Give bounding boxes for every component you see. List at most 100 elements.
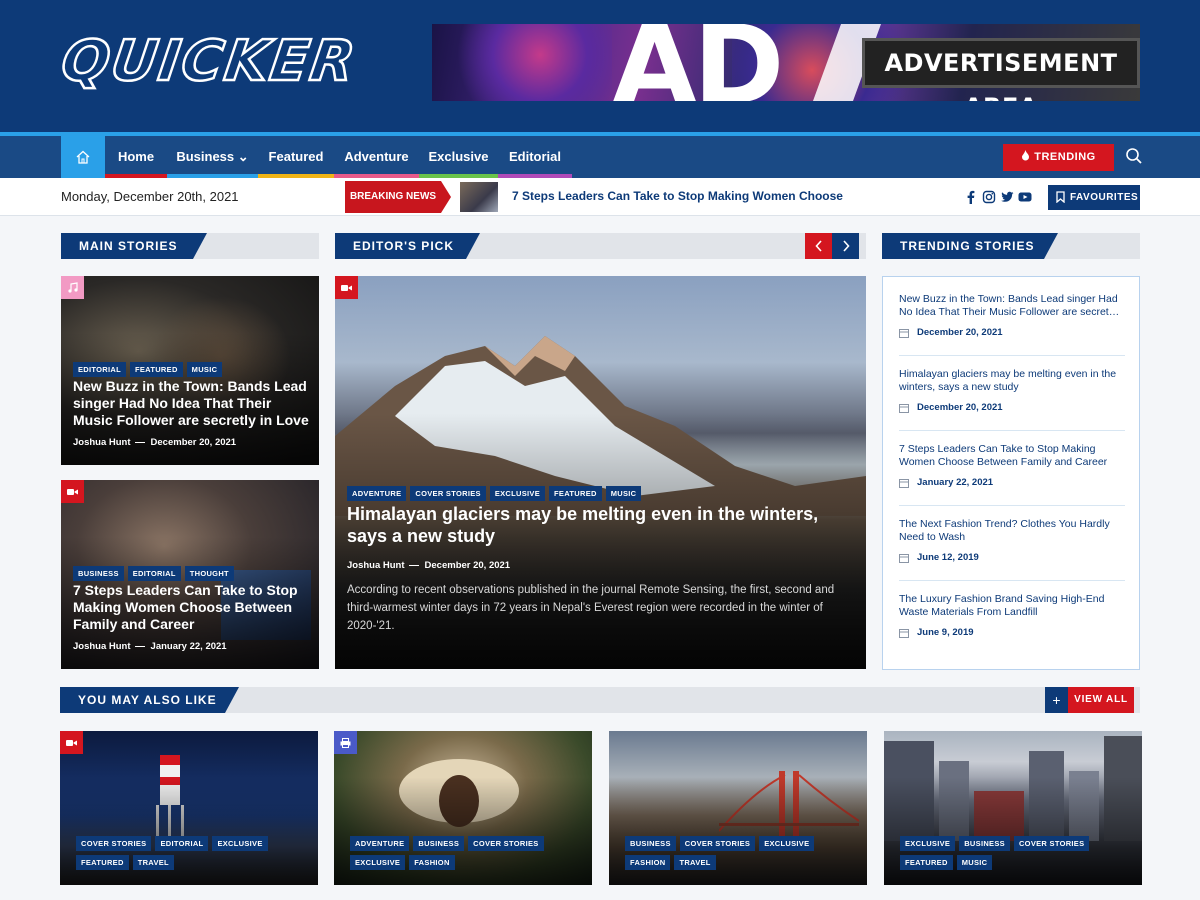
tag-list: EDITORIAL FEATURED MUSIC <box>73 362 223 377</box>
story-title[interactable]: 7 Steps Leaders Can Take to Stop Making … <box>73 582 311 633</box>
twitter-icon[interactable] <box>1000 190 1014 204</box>
favourites-label: FAVOURITES <box>1070 192 1139 203</box>
editors-pick-header: EDITOR'S PICK <box>335 233 866 259</box>
bookmark-icon <box>1056 191 1065 203</box>
trending-title[interactable]: 7 Steps Leaders Can Take to Stop Making … <box>899 443 1125 469</box>
category-tag[interactable]: FEATURED <box>129 362 183 377</box>
category-tag[interactable]: BUSINESS <box>959 836 1010 851</box>
category-tag[interactable]: EXCLUSIVE <box>350 855 406 870</box>
nav-item-label: Editorial <box>508 149 561 164</box>
category-tag[interactable]: MUSIC <box>956 855 993 870</box>
category-tag[interactable]: COVER STORIES <box>468 836 544 851</box>
chevron-right-icon <box>842 240 850 252</box>
category-tag[interactable]: EDITORIAL <box>73 362 126 377</box>
category-tag[interactable]: FEATURED <box>76 855 129 870</box>
trending-title[interactable]: The Next Fashion Trend? Clothes You Hard… <box>899 518 1125 544</box>
main-story-card[interactable]: BUSINESS EDITORIAL THOUGHT 7 Steps Leade… <box>61 480 319 669</box>
tag-list: ADVENTURE BUSINESS COVER STORIES EXCLUSI… <box>350 836 570 870</box>
trending-item[interactable]: Himalayan glaciers may be melting even i… <box>899 368 1125 413</box>
story-title[interactable]: New Buzz in the Town: Bands Lead singer … <box>73 378 311 429</box>
category-tag[interactable]: TRAVEL <box>132 855 174 870</box>
tag-list: ADVENTURE COVER STORIES EXCLUSIVE FEATUR… <box>347 486 642 501</box>
video-camera-icon <box>66 739 77 746</box>
trending-news-button[interactable]: TRENDING NEWS <box>1003 144 1114 190</box>
related-story-card[interactable]: COVER STORIES EDITORIAL EXCLUSIVE FEATUR… <box>60 731 318 885</box>
nav-home-button[interactable] <box>61 136 105 178</box>
category-tag[interactable]: COVER STORIES <box>76 836 152 851</box>
main-story-card[interactable]: EDITORIAL FEATURED MUSIC New Buzz in the… <box>61 276 319 465</box>
category-tag[interactable]: ADVENTURE <box>347 486 407 501</box>
author-name[interactable]: Joshua Hunt <box>347 560 405 571</box>
publish-date: January 22, 2021 <box>145 641 227 652</box>
ad-letters: AD <box>612 24 784 101</box>
ticker-headline[interactable]: 7 Steps Leaders Can Take to Stop Making … <box>512 189 847 203</box>
instagram-icon[interactable] <box>982 190 996 204</box>
category-tag[interactable]: EDITORIAL <box>155 836 209 851</box>
chevron-left-icon <box>814 240 822 252</box>
trending-item[interactable]: 7 Steps Leaders Can Take to Stop Making … <box>899 443 1125 488</box>
category-tag[interactable]: BUSINESS <box>413 836 465 851</box>
trending-title[interactable]: The Luxury Fashion Brand Saving High-End… <box>899 593 1125 619</box>
category-tag[interactable]: BUSINESS <box>625 836 676 851</box>
search-icon[interactable] <box>1125 147 1143 165</box>
facebook-icon[interactable] <box>964 190 978 204</box>
related-story-card[interactable]: EXCLUSIVE BUSINESS COVER STORIES FEATURE… <box>884 731 1142 885</box>
category-tag[interactable]: FASHION <box>625 855 671 870</box>
category-tag[interactable]: EXCLUSIVE <box>489 486 546 501</box>
trending-item[interactable]: The Next Fashion Trend? Clothes You Hard… <box>899 518 1125 563</box>
category-tag[interactable]: FEATURED <box>900 855 953 870</box>
author-name[interactable]: Joshua Hunt <box>73 437 131 448</box>
category-tag[interactable]: MUSIC <box>605 486 642 501</box>
category-tag[interactable]: MUSIC <box>186 362 223 377</box>
category-tag[interactable]: BUSINESS <box>73 566 124 581</box>
nav-item-featured[interactable]: Featured <box>258 136 334 178</box>
category-tag[interactable]: COVER STORIES <box>410 486 486 501</box>
category-tag[interactable]: EXCLUSIVE <box>759 836 815 851</box>
publish-date: December 20, 2021 <box>145 437 237 448</box>
category-tag[interactable]: TRAVEL <box>674 855 716 870</box>
main-stories-header: MAIN STORIES <box>61 233 319 259</box>
favourites-button[interactable]: FAVOURITES <box>1048 185 1140 210</box>
nav-item-home[interactable]: Home <box>105 136 167 178</box>
category-tag[interactable]: THOUGHT <box>184 566 234 581</box>
breaking-news-label: BREAKING NEWS <box>345 181 451 213</box>
editors-pick-card[interactable]: ADVENTURE COVER STORIES EXCLUSIVE FEATUR… <box>335 276 866 669</box>
related-story-card[interactable]: BUSINESS COVER STORIES EXCLUSIVE FASHION… <box>609 731 867 885</box>
category-tag[interactable]: FASHION <box>409 855 455 870</box>
divider <box>899 505 1125 506</box>
trending-item[interactable]: The Luxury Fashion Brand Saving High-End… <box>899 593 1125 638</box>
nav-item-label: Business ⌄ <box>176 149 249 164</box>
trending-title[interactable]: Himalayan glaciers may be melting even i… <box>899 368 1125 394</box>
trending-date-text: January 22, 2021 <box>917 477 994 488</box>
gallery-format-badge <box>334 731 357 754</box>
category-tag[interactable]: EXCLUSIVE <box>212 836 268 851</box>
nav-item-exclusive[interactable]: Exclusive <box>419 136 498 178</box>
site-logo[interactable]: QUICKER <box>56 28 361 96</box>
category-tag[interactable]: FEATURED <box>549 486 602 501</box>
nav-item-editorial[interactable]: Editorial <box>498 136 572 178</box>
video-camera-icon <box>67 488 78 495</box>
current-date: Monday, December 20th, 2021 <box>61 189 239 204</box>
advertisement-banner[interactable]: AD ADVERTISEMENT AREA <box>432 24 1140 101</box>
trending-item[interactable]: New Buzz in the Town: Bands Lead singer … <box>899 293 1125 338</box>
category-tag[interactable]: COVER STORIES <box>1013 836 1090 851</box>
fire-icon <box>1022 150 1030 161</box>
section-title: MAIN STORIES <box>61 233 207 259</box>
nav-item-adventure[interactable]: Adventure <box>334 136 419 178</box>
category-tag[interactable]: COVER STORIES <box>679 836 756 851</box>
related-story-card[interactable]: ADVENTURE BUSINESS COVER STORIES EXCLUSI… <box>334 731 592 885</box>
youtube-icon[interactable] <box>1018 190 1032 204</box>
story-title[interactable]: Himalayan glaciers may be melting even i… <box>347 503 857 547</box>
music-note-icon <box>68 282 78 293</box>
trending-title[interactable]: New Buzz in the Town: Bands Lead singer … <box>899 293 1125 319</box>
category-tag[interactable]: EDITORIAL <box>127 566 181 581</box>
ticker-thumbnail[interactable] <box>460 182 498 212</box>
category-tag[interactable]: EXCLUSIVE <box>900 836 956 851</box>
author-name[interactable]: Joshua Hunt <box>73 641 131 652</box>
trending-date: June 12, 2019 <box>899 552 1125 563</box>
prev-slide-button[interactable] <box>805 233 832 259</box>
next-slide-button[interactable] <box>832 233 859 259</box>
category-tag[interactable]: ADVENTURE <box>350 836 410 851</box>
story-meta: Joshua Hunt December 20, 2021 <box>73 437 236 448</box>
nav-item-business[interactable]: Business ⌄ <box>167 136 258 178</box>
